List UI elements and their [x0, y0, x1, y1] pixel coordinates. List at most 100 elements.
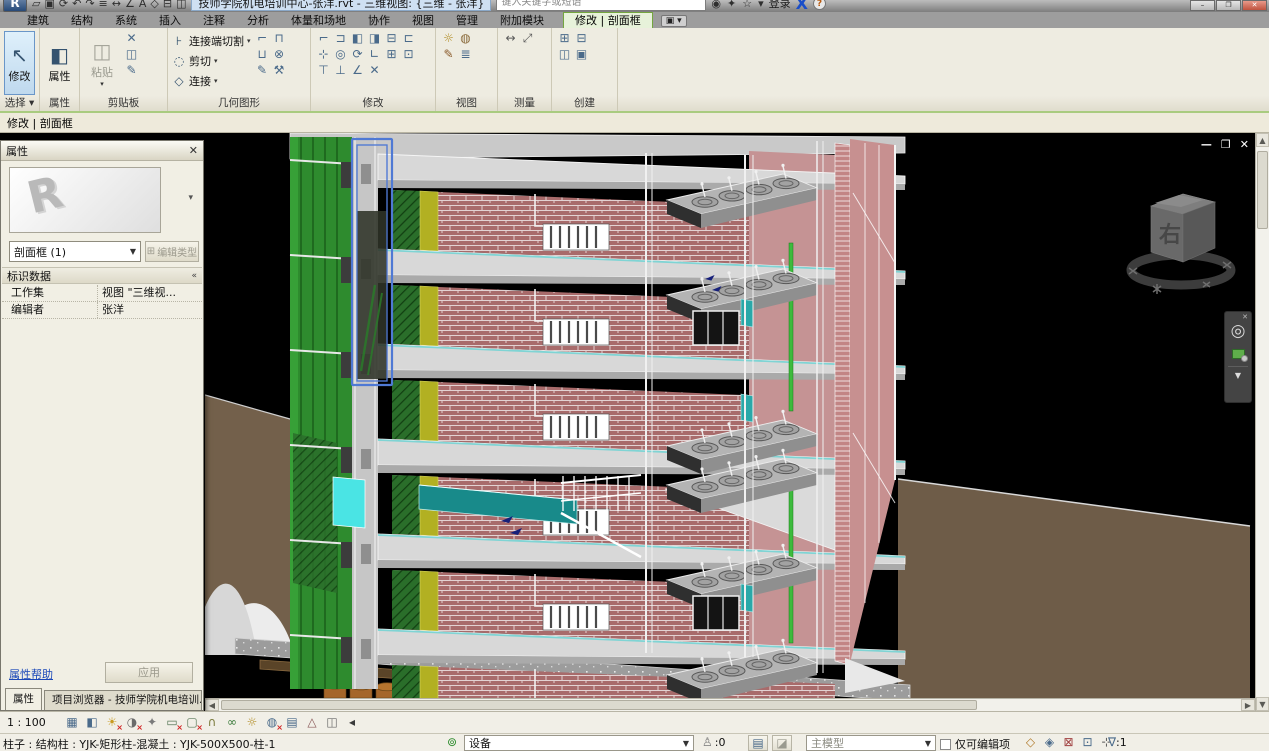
- tab-contextual-modify-section-box[interactable]: 修改 | 剖面框: [563, 12, 653, 28]
- scroll-right-icon[interactable]: ▶: [1241, 699, 1255, 711]
- navbar-options-chevron-icon[interactable]: ▼: [1235, 371, 1241, 380]
- restore-button[interactable]: ❐: [1216, 0, 1241, 11]
- communication-center-icon[interactable]: ✦: [727, 0, 736, 10]
- text-icon[interactable]: A: [139, 0, 147, 10]
- add-to-set-button[interactable]: ◪: [772, 735, 792, 751]
- cutaway-icon[interactable]: ◍: [457, 31, 474, 47]
- application-menu-button[interactable]: R: [3, 0, 27, 12]
- editing-requests-button[interactable]: ♙ :0: [702, 735, 725, 749]
- panel-label-select[interactable]: 选择 ▾: [0, 96, 39, 111]
- vertical-scrollbar[interactable]: ▲ ▼: [1255, 133, 1269, 711]
- minimize-button[interactable]: –: [1190, 0, 1215, 11]
- tab-系统[interactable]: 系统: [104, 13, 148, 28]
- show-rendering-dialog-icon[interactable]: ✦: [143, 715, 161, 731]
- aligned-dimension-icon[interactable]: ⤢: [519, 31, 536, 47]
- palette-close-icon[interactable]: ✕: [189, 144, 198, 157]
- palette-tab-properties[interactable]: 属性: [5, 688, 42, 710]
- editable-only-checkbox[interactable]: 仅可编辑项: [940, 736, 1010, 751]
- ribbon-display-toggle[interactable]: ▣ ▾: [661, 15, 687, 27]
- sign-in-menu-icon[interactable]: ▾: [758, 0, 764, 10]
- sun-path-icon[interactable]: ☀×: [103, 715, 121, 731]
- scroll-left-icon[interactable]: ◀: [205, 699, 219, 711]
- tab-建筑[interactable]: 建筑: [16, 13, 60, 28]
- open-icon[interactable]: ▱: [32, 0, 40, 10]
- palette-tab-project-browser[interactable]: 项目浏览器 - 技师学院机电培训...: [44, 690, 202, 710]
- shadows-icon[interactable]: ◑×: [123, 715, 141, 731]
- design-options-dialog-button[interactable]: ▤: [748, 735, 768, 751]
- paste-button[interactable]: ◫ 粘贴 ▾: [84, 31, 120, 95]
- aligned-dimension-icon[interactable]: ∠: [125, 0, 135, 10]
- offset-icon[interactable]: ⊐: [332, 31, 349, 47]
- hide-elements-icon[interactable]: ≣: [457, 47, 474, 63]
- horizontal-scrollbar[interactable]: ◀ ▶: [205, 698, 1255, 711]
- trim-extend-icon[interactable]: ∟: [366, 47, 383, 63]
- selection-filter-button[interactable]: ∇ :1: [1108, 735, 1127, 749]
- worksharing-display-icon[interactable]: ◍×: [263, 715, 281, 731]
- tab-结构[interactable]: 结构: [60, 13, 104, 28]
- tab-注释[interactable]: 注释: [192, 13, 236, 28]
- zoom-icon[interactable]: [1232, 349, 1245, 359]
- split-icon[interactable]: ⊟: [383, 31, 400, 47]
- copy-to-clipboard-icon[interactable]: ◫: [123, 47, 140, 63]
- edit-type-button[interactable]: ⊞ 编辑类型: [145, 241, 199, 262]
- create-parts-icon[interactable]: ⊟: [573, 31, 590, 47]
- preview-dropdown-icon[interactable]: ▾: [188, 193, 193, 203]
- create-similar-icon[interactable]: ▣: [573, 47, 590, 63]
- match-type-icon[interactable]: ✎: [123, 63, 140, 79]
- scroll-down-icon[interactable]: ▼: [1256, 697, 1269, 711]
- sync-with-central-icon[interactable]: ⟳: [59, 0, 68, 10]
- save-icon[interactable]: ▣: [44, 0, 54, 10]
- redo-icon[interactable]: ↷: [85, 0, 94, 10]
- select-pinned-elements-icon[interactable]: ⊠: [1060, 735, 1077, 751]
- graphics-override-icon[interactable]: ✎: [440, 47, 457, 63]
- mirror-draw-axis-icon[interactable]: ◨: [366, 31, 383, 47]
- select-underlay-elements-icon[interactable]: ◈: [1041, 735, 1058, 751]
- property-value[interactable]: 视图 "三维视...: [98, 285, 202, 301]
- scale-icon[interactable]: ⊡: [400, 47, 417, 63]
- switch-windows-icon[interactable]: ◫: [176, 0, 186, 10]
- help-icon[interactable]: ?: [813, 0, 826, 10]
- trim-corner-icon[interactable]: ∠: [349, 63, 366, 79]
- copy-icon[interactable]: ◎: [332, 47, 349, 63]
- sign-in-label[interactable]: 登录: [769, 0, 791, 11]
- create-group-icon[interactable]: ⊞: [556, 31, 573, 47]
- viewcube[interactable]: 右: [1115, 150, 1247, 315]
- unpin-icon[interactable]: ⊥: [332, 63, 349, 79]
- crop-view-icon[interactable]: ▭×: [163, 715, 181, 731]
- property-value[interactable]: 张洋: [98, 302, 202, 318]
- tab-分析[interactable]: 分析: [236, 13, 280, 28]
- tab-视图[interactable]: 视图: [401, 13, 445, 28]
- highlight-displacement-sets-icon[interactable]: ◫: [323, 715, 341, 731]
- undo-icon[interactable]: ↶: [72, 0, 81, 10]
- scroll-up-icon[interactable]: ▲: [1256, 133, 1269, 147]
- unjoin-icon[interactable]: ⊗: [271, 47, 288, 63]
- type-selector[interactable]: 剖面框 (1) ▼: [9, 241, 141, 262]
- help-search-input[interactable]: 键入关键字或短语: [496, 0, 706, 11]
- exchange-apps-icon[interactable]: X: [796, 0, 808, 12]
- close-button[interactable]: ✕: [1242, 0, 1267, 11]
- default-3d-view-icon[interactable]: ◇: [150, 0, 158, 10]
- apply-button[interactable]: 应用: [105, 662, 193, 683]
- collapse-section-icon[interactable]: «: [191, 271, 197, 281]
- modify-button[interactable]: ↖ 修改: [4, 31, 35, 95]
- delete-icon[interactable]: ✕: [123, 31, 140, 47]
- select-links-icon[interactable]: ◇: [1022, 735, 1039, 751]
- temporary-hide-isolate-icon[interactable]: ∞: [223, 715, 241, 731]
- checkbox-box[interactable]: [940, 739, 951, 750]
- tab-体量和场地[interactable]: 体量和场地: [280, 13, 357, 28]
- identity-data-section-header[interactable]: 标识数据 «: [2, 267, 202, 284]
- select-elements-by-face-icon[interactable]: ⊡: [1079, 735, 1096, 751]
- active-design-option-dropdown[interactable]: 主模型 ▼: [806, 735, 936, 751]
- properties-toggle-button[interactable]: ◧ 属性: [44, 31, 75, 95]
- collapse-icon[interactable]: ◂: [343, 715, 361, 731]
- show-analytical-model-icon[interactable]: △: [303, 715, 321, 731]
- print-icon[interactable]: ≡: [99, 0, 108, 10]
- move-icon[interactable]: ⊹: [315, 47, 332, 63]
- paint-icon[interactable]: ✎: [254, 63, 271, 79]
- cope-icon[interactable]: ⌐: [254, 31, 271, 47]
- viewcube-front-face-label[interactable]: 右: [1159, 223, 1181, 248]
- measure-icon[interactable]: ↔: [112, 0, 121, 10]
- active-workset-dropdown[interactable]: 设备 ▼: [464, 735, 694, 751]
- detail-level-icon[interactable]: ▦: [63, 715, 81, 731]
- mirror-pick-axis-icon[interactable]: ◧: [349, 31, 366, 47]
